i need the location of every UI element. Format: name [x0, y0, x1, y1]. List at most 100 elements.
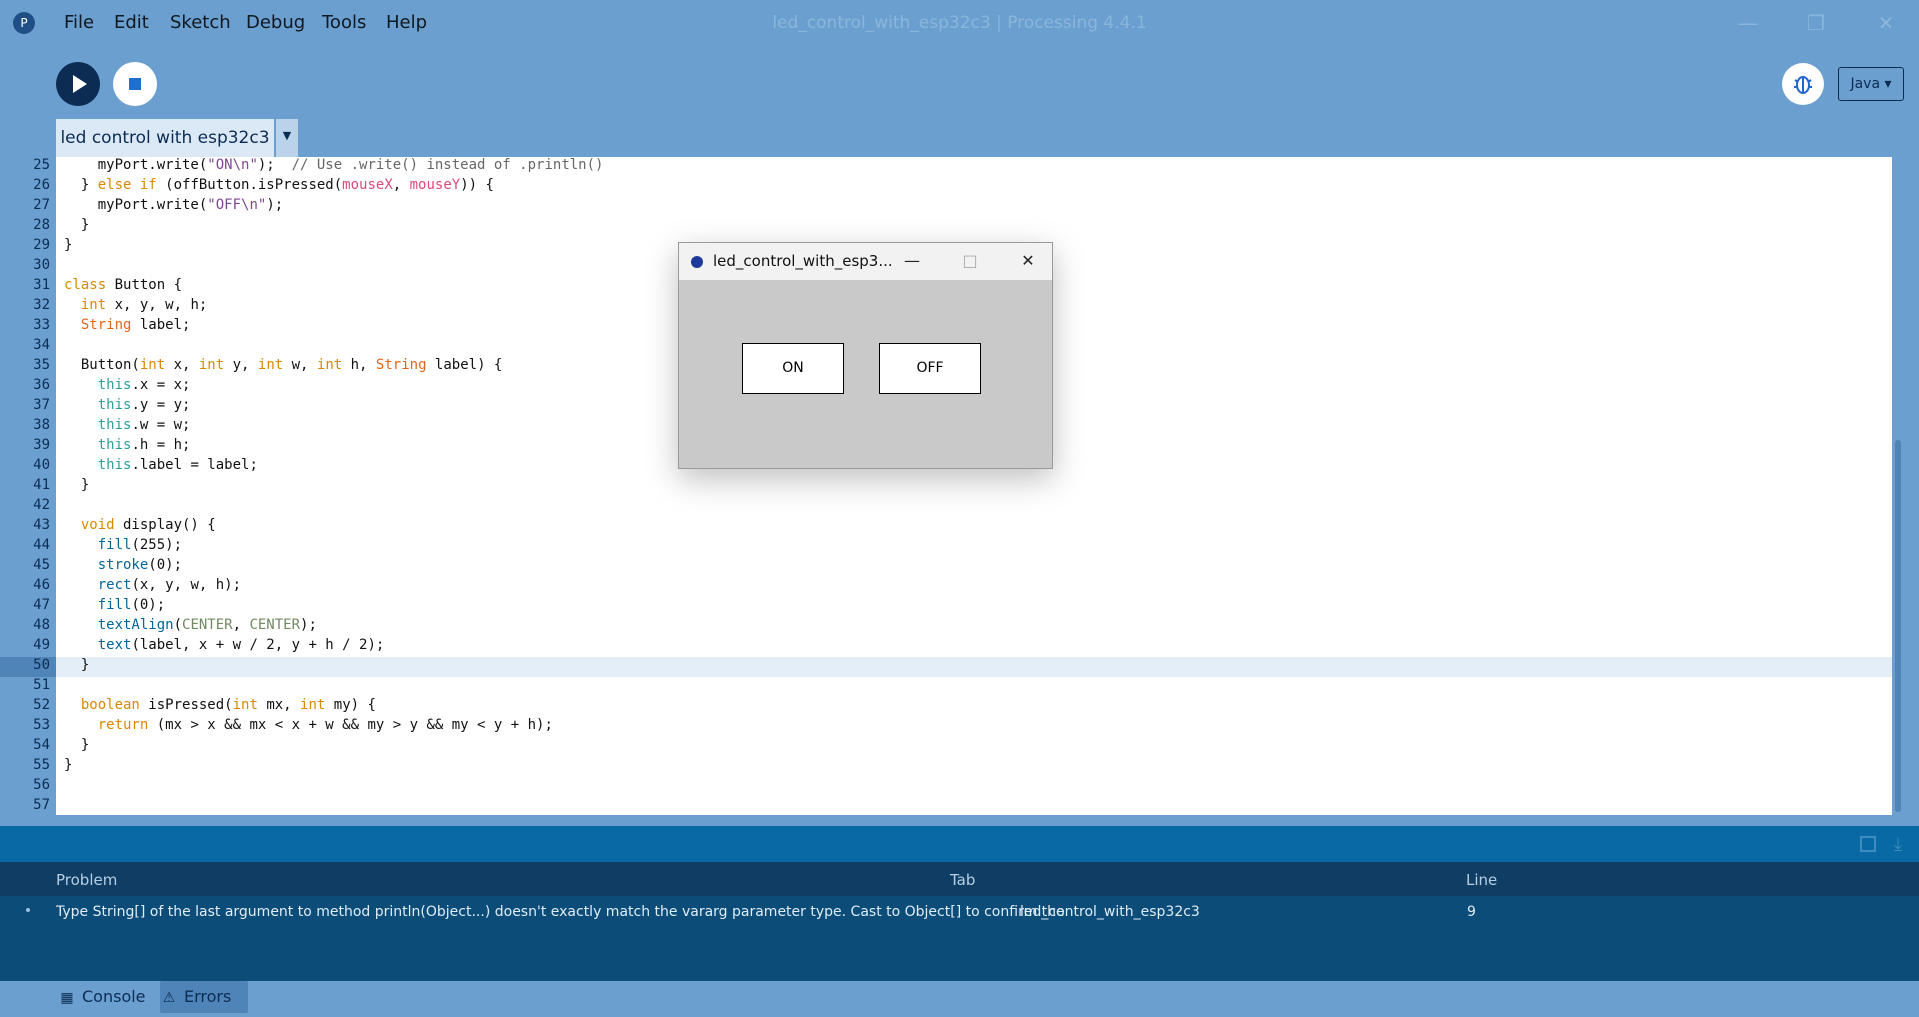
tab-errors-label: Errors: [184, 987, 232, 1006]
problem-line: 9: [1467, 904, 1476, 920]
problem-message: Type String[] of the last argument to me…: [56, 904, 1065, 920]
line-number: 49: [33, 637, 50, 653]
line-number: 45: [33, 557, 50, 573]
line-number: 27: [33, 197, 50, 213]
stop-button[interactable]: [113, 62, 157, 106]
processing-logo-icon: P: [13, 12, 35, 34]
code-line[interactable]: return (mx > x && mx < x + w && my > y &…: [64, 717, 553, 733]
line-number: 48: [33, 617, 50, 633]
mode-selector[interactable]: Java ▾: [1838, 67, 1904, 101]
menu-tools[interactable]: Tools: [322, 12, 366, 33]
title-bar: P File Edit Sketch Debug Tools Help led_…: [0, 0, 1919, 46]
sketch-window: led_control_with_esp3... — □ ✕ ON OFF: [678, 242, 1053, 469]
panel-bar: [0, 826, 1919, 862]
maximize-icon: □: [962, 251, 978, 270]
line-number: 53: [33, 717, 50, 733]
code-line[interactable]: }: [64, 657, 89, 673]
line-number: 38: [33, 417, 50, 433]
line-number: 32: [33, 297, 50, 313]
column-problem[interactable]: Problem: [56, 871, 117, 889]
menu-debug[interactable]: Debug: [246, 12, 305, 33]
debugger-button[interactable]: [1782, 63, 1824, 105]
code-line[interactable]: fill(0);: [64, 597, 165, 613]
minimize-icon[interactable]: —: [897, 247, 927, 275]
collapse-icon[interactable]: ⤓: [1894, 834, 1902, 855]
line-number: 54: [33, 737, 50, 753]
code-line[interactable]: }: [64, 217, 89, 233]
tab-errors[interactable]: ⚠ Errors: [160, 981, 248, 1013]
code-line[interactable]: void display() {: [64, 517, 216, 533]
off-button[interactable]: OFF: [879, 343, 981, 394]
sketch-title-bar[interactable]: led_control_with_esp3... — □ ✕: [679, 243, 1052, 280]
sketch-window-title: led_control_with_esp3...: [713, 252, 893, 270]
column-line[interactable]: Line: [1466, 871, 1497, 889]
line-number: 34: [33, 337, 50, 353]
code-line[interactable]: fill(255);: [64, 537, 182, 553]
line-number: 47: [33, 597, 50, 613]
run-button[interactable]: [56, 62, 100, 106]
code-line[interactable]: this.w = w;: [64, 417, 191, 433]
close-icon[interactable]: ✕: [1866, 8, 1906, 38]
line-number: 26: [33, 177, 50, 193]
tab-menu-arrow-icon[interactable]: ▼: [276, 119, 298, 157]
menu-sketch[interactable]: Sketch: [170, 12, 231, 33]
code-line[interactable]: stroke(0);: [64, 557, 182, 573]
stop-icon: [129, 78, 141, 90]
code-line[interactable]: } else if (offButton.isPressed(mouseX, m…: [64, 177, 494, 193]
code-line[interactable]: class Button {: [64, 277, 182, 293]
code-line[interactable]: boolean isPressed(int mx, int my) {: [64, 697, 376, 713]
line-number: 31: [33, 277, 50, 293]
code-line[interactable]: }: [64, 757, 72, 773]
column-tab[interactable]: Tab: [950, 871, 975, 889]
line-number: 46: [33, 577, 50, 593]
menu-help[interactable]: Help: [386, 12, 427, 33]
app-icon: [691, 256, 703, 268]
line-number: 51: [33, 677, 50, 693]
line-number-current: 50: [33, 657, 50, 673]
tab-console[interactable]: ▦ Console: [58, 981, 154, 1013]
code-line[interactable]: Button(int x, int y, int w, int h, Strin…: [64, 357, 503, 373]
code-line[interactable]: rect(x, y, w, h);: [64, 577, 241, 593]
problems-list: Type String[] of the last argument to me…: [0, 896, 1919, 981]
code-line[interactable]: int x, y, w, h;: [64, 297, 207, 313]
play-icon: [73, 75, 87, 93]
menu-edit[interactable]: Edit: [114, 12, 149, 33]
code-line[interactable]: myPort.write("OFF\n");: [64, 197, 283, 213]
code-line[interactable]: String label;: [64, 317, 191, 333]
warning-icon: ⚠: [162, 990, 176, 1006]
terminal-icon: ▦: [60, 990, 74, 1006]
code-line[interactable]: this.h = h;: [64, 437, 191, 453]
copy-icon[interactable]: [1860, 836, 1876, 852]
debug-icon: [1794, 76, 1812, 94]
line-number: 33: [33, 317, 50, 333]
code-line[interactable]: }: [64, 477, 89, 493]
line-number: 40: [33, 457, 50, 473]
close-icon[interactable]: ✕: [1013, 247, 1043, 275]
tab-sketch[interactable]: led control with esp32c3: [56, 119, 274, 157]
line-number: 39: [33, 437, 50, 453]
code-line[interactable]: }: [64, 737, 89, 753]
problem-tab: led_control_with_esp32c3: [1020, 904, 1200, 920]
menu-file[interactable]: File: [64, 12, 94, 33]
bottom-bar: [0, 981, 1919, 1017]
on-button[interactable]: ON: [742, 343, 844, 394]
code-line[interactable]: myPort.write("ON\n"); // Use .write() in…: [64, 157, 604, 173]
line-number: 43: [33, 517, 50, 533]
code-line[interactable]: textAlign(CENTER, CENTER);: [64, 617, 317, 633]
maximize-icon[interactable]: ❐: [1796, 8, 1836, 38]
line-number: 55: [33, 757, 50, 773]
minimize-icon[interactable]: —: [1728, 8, 1768, 38]
code-line[interactable]: this.x = x;: [64, 377, 191, 393]
code-line[interactable]: this.label = label;: [64, 457, 258, 473]
line-number: 29: [33, 237, 50, 253]
line-number: 44: [33, 537, 50, 553]
problems-header: Problem Tab Line: [0, 862, 1919, 896]
line-number: 37: [33, 397, 50, 413]
line-number: 30: [33, 257, 50, 273]
line-number: 56: [33, 777, 50, 793]
line-number: 42: [33, 497, 50, 513]
code-line[interactable]: this.y = y;: [64, 397, 191, 413]
code-line[interactable]: text(label, x + w / 2, y + h / 2);: [64, 637, 385, 653]
code-line[interactable]: }: [64, 237, 72, 253]
scrollbar-thumb[interactable]: [1895, 440, 1901, 812]
